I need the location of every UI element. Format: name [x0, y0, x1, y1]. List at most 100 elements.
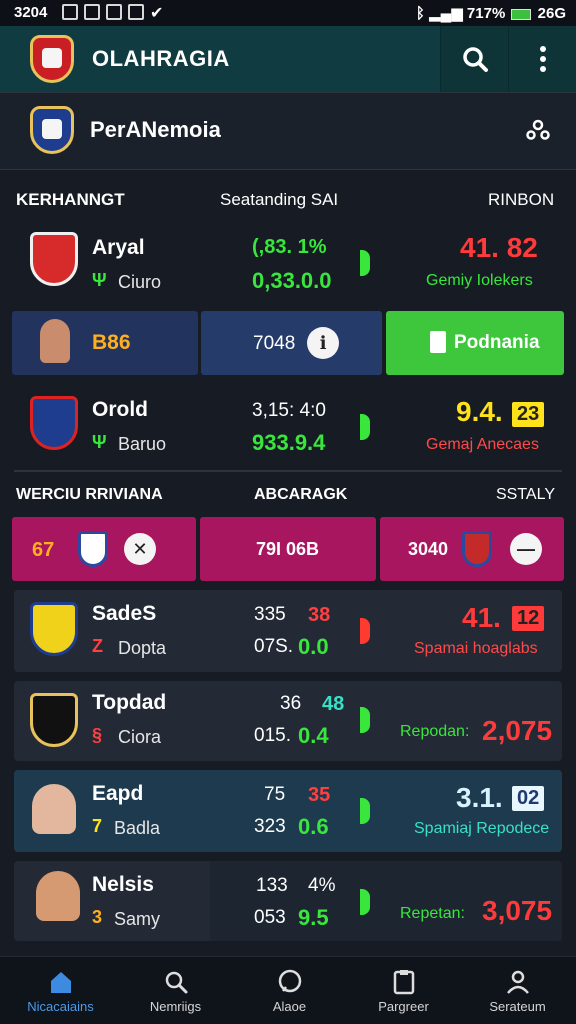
bottom-nav: Nicacaiains Nemriigs Alaoe Pargreer Sera… [0, 956, 576, 1024]
nav-label: Alaoe [272, 998, 307, 1014]
big-value: 3.1. [456, 782, 503, 813]
cta-button[interactable]: Podnania [386, 311, 564, 375]
big-value: 2,075 [482, 715, 553, 746]
team-crest [30, 693, 78, 747]
app-title: OLAHRAGIA [92, 46, 230, 71]
divider [14, 470, 562, 472]
clipboard-icon [430, 331, 446, 353]
team-name: Aryal [92, 236, 145, 259]
team-name: Nelsis [92, 873, 154, 896]
team-crest [30, 396, 78, 450]
value-label: Repodan: [400, 723, 470, 740]
stat-value: 3040 [408, 539, 449, 559]
search-button[interactable] [440, 26, 508, 92]
box-value: 02 [512, 786, 545, 811]
section-header-center: Seatanding SAI [220, 190, 339, 209]
stat-bar-row: 67 ✕ 79I 06B 3040 — [0, 517, 576, 581]
cta-label: Podnania [454, 332, 540, 353]
team-crest [78, 531, 108, 567]
search-icon [462, 47, 488, 72]
stat-bottom-colored: 0.0 [298, 634, 329, 659]
player-avatar [32, 784, 76, 834]
stat-top: 335 [254, 604, 286, 625]
stat-bar[interactable]: B86 [12, 311, 198, 375]
trend-flag [360, 707, 370, 733]
match-row[interactable]: Aryal Ψ Ciuro (,83. 1% 0,33.0.0 41. 82 G… [0, 222, 576, 306]
section-header-right: RINBON [488, 190, 555, 209]
player-avatar [36, 871, 80, 921]
nav-item-home[interactable]: Nicacaiains [3, 957, 118, 1024]
league-header[interactable]: PerANemoia [0, 92, 576, 170]
stat-bottom-colored: 0.6 [298, 814, 329, 839]
nav-item-profile[interactable]: Serateum [460, 957, 575, 1024]
match-card[interactable]: SadeS Z Dopta 335 38 07S. 0.0 41. 12 Spa… [14, 590, 562, 672]
stat-bar[interactable]: 79I 06B [200, 517, 376, 581]
search-icon [165, 971, 187, 993]
stat-value: B86 [92, 331, 131, 354]
battery-icon [511, 8, 532, 20]
match-card[interactable]: Topdad § Ciora 36 48 015. 0.4 Repodan: 2… [14, 681, 562, 761]
team-sub: Ciora [118, 727, 162, 747]
app-bar: OLAHRAGIA [0, 26, 576, 92]
notification-icon [62, 4, 78, 20]
player-avatar [40, 319, 70, 363]
info-icon[interactable]: ℹ [307, 327, 339, 359]
stat-bar[interactable]: 7048 ℹ [201, 311, 382, 375]
nav-label: Nemriigs [149, 998, 202, 1014]
stat-top: 133 [256, 875, 288, 896]
score-bottom: 0,33.0.0 [252, 268, 332, 293]
notification-icon [128, 4, 144, 20]
stat-value: 7048 [253, 333, 296, 354]
check-icon: ✔ [150, 5, 164, 22]
team-crest [30, 602, 78, 656]
big-value: 3,075 [482, 895, 553, 926]
stat-bar[interactable]: 3040 — [380, 517, 564, 581]
team-name: Topdad [92, 691, 167, 714]
status-bar: 3204 ✔ ᛒ ▂▄▆ 717% 26G [0, 0, 576, 26]
match-row[interactable]: Orold Ψ Baruo 3,15: 4:0 933.9.4 9.4. 23 … [0, 382, 576, 468]
nav-item-clipboard[interactable]: Pargreer [346, 957, 461, 1024]
team-crest [462, 531, 492, 567]
signal-icon: ▂▄▆ [429, 5, 463, 22]
stat-value: 67 [32, 539, 55, 561]
minus-icon[interactable]: — [510, 533, 542, 565]
stat-bottom: 015. [254, 725, 291, 746]
box-value: 23 [512, 402, 545, 427]
trend-flag [360, 798, 370, 824]
team-sub-icon: Ψ [92, 432, 107, 452]
trend-flag [360, 414, 370, 440]
nav-item-search[interactable]: Nemriigs [118, 957, 233, 1024]
team-name: SadeS [92, 602, 157, 625]
more-menu-button[interactable] [508, 26, 576, 92]
status-time: 3204 [14, 4, 48, 21]
stat-top-colored: 38 [308, 604, 331, 626]
box-value: 12 [512, 606, 545, 631]
share-icon[interactable] [526, 119, 550, 141]
notification-icon [106, 4, 122, 20]
value-label: Gemiy Iolekers [426, 272, 533, 289]
team-crest [30, 232, 78, 286]
person-icon [506, 970, 529, 994]
stat-top: 75 [264, 784, 286, 805]
stat-bottom-colored: 9.5 [298, 905, 329, 930]
match-card[interactable]: Nelsis 3 Samy 133 4% 053 9.5 Repetan: 3,… [14, 861, 562, 941]
section-header-center: ABCARAGK [254, 486, 348, 503]
value-label: Repetan: [400, 905, 465, 922]
stat-value: 79I 06B [256, 539, 320, 559]
league-title: PerANemoia [90, 117, 221, 142]
home-icon [50, 971, 71, 993]
trend-flag [360, 889, 370, 915]
value-label: Spamai hoaglabs [414, 640, 538, 657]
nav-item-chat[interactable]: Alaoe [232, 957, 347, 1024]
team-sub: Badla [114, 818, 161, 838]
team-sub: Baruo [118, 434, 167, 454]
stat-top-colored: 4% [308, 875, 336, 896]
match-card[interactable]: Eapd 7 Badla 75 35 323 0.6 3.1. 02 Spami… [14, 770, 562, 852]
score-top: (,83. 1% [252, 236, 327, 258]
mute-icon[interactable]: ✕ [124, 533, 156, 565]
team-name: Eapd [92, 782, 144, 805]
stat-bar[interactable]: 67 ✕ [12, 517, 196, 581]
notification-icon [84, 4, 100, 20]
stat-top-colored: 48 [322, 693, 345, 715]
value-label: Gemaj Anecaes [426, 436, 539, 453]
